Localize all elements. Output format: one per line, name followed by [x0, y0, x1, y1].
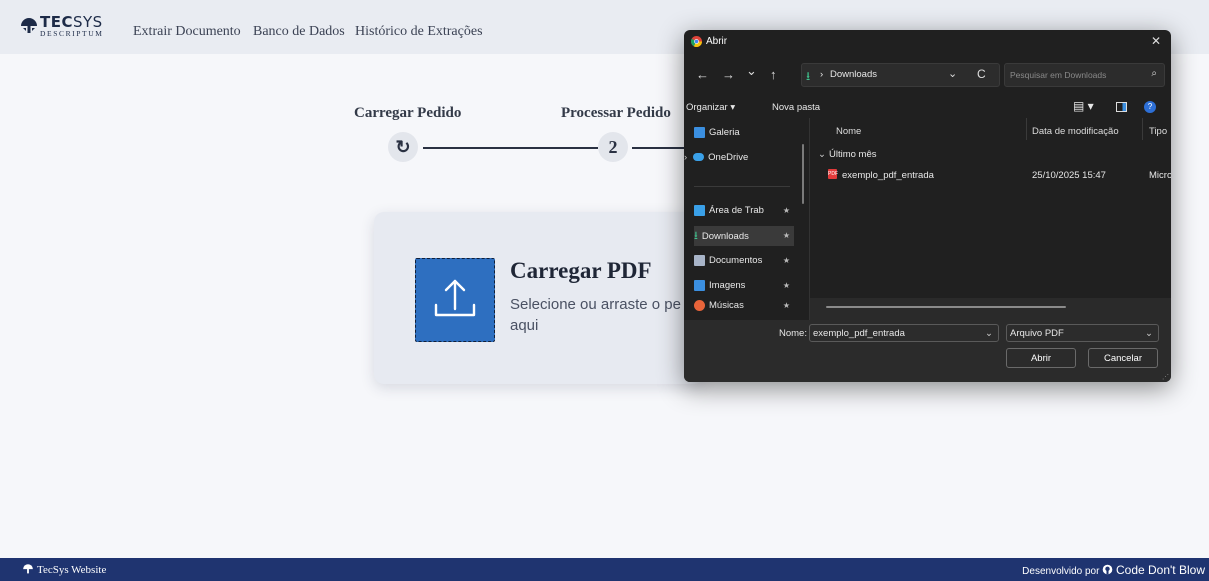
file-type: Micro — [1149, 170, 1171, 181]
sidebar-item-musicas[interactable]: Músicas ★ — [694, 300, 794, 312]
logo-icon — [23, 564, 33, 574]
organize-menu[interactable]: Organizar ▾ — [686, 102, 735, 113]
pane-divider — [809, 118, 810, 320]
step-1-label: Carregar Pedido — [354, 105, 462, 121]
file-date: 25/10/2025 15:47 — [1032, 170, 1106, 181]
upload-title: Carregar PDF — [510, 258, 652, 283]
chrome-icon — [691, 36, 702, 47]
footer-credits[interactable]: Desenvolvido por Code Don't Blow — [1022, 563, 1205, 577]
sidebar-item-documentos[interactable]: Documentos ★ — [694, 251, 794, 271]
file-name-input[interactable]: exemplo_pdf_entrada ⌄ — [809, 324, 999, 342]
logo-icon — [21, 18, 37, 33]
nav-historico-extracoes[interactable]: Histórico de Extrações — [355, 24, 483, 40]
pdf-file-icon: PDF — [828, 169, 838, 179]
group-header[interactable]: Último mês — [829, 149, 877, 160]
nav-extrair-documento[interactable]: Extrair Documento — [133, 24, 241, 40]
file-type-select[interactable]: Arquivo PDF ⌄ — [1006, 324, 1159, 342]
file-name[interactable]: exemplo_pdf_entrada — [842, 170, 934, 181]
up-arrow-icon[interactable]: ↑ — [770, 67, 777, 82]
resize-grip-icon[interactable]: ⋰ — [1162, 373, 1169, 381]
upload-description: Selecione ou arraste o pe aqui — [510, 296, 681, 334]
upload-dropzone[interactable] — [415, 258, 495, 342]
dialog-title: Abrir — [706, 36, 728, 47]
column-header-type[interactable]: Tipo — [1149, 126, 1167, 137]
pin-icon: ★ — [782, 256, 790, 265]
forward-arrow-icon[interactable]: → — [722, 67, 735, 82]
sidebar-item-galeria[interactable]: Galeria — [694, 123, 794, 143]
column-header-name[interactable]: Nome — [836, 126, 861, 137]
sidebar-item-imagens[interactable]: Imagens ★ — [694, 276, 794, 296]
step-1-marker: ↻ — [388, 132, 418, 162]
desktop-icon — [694, 204, 705, 216]
music-icon — [694, 300, 705, 311]
file-open-dialog: Abrir ✕ ← → ⌄ ↑ ⭳ › Downloads ⌄ C Pesqui… — [684, 30, 1171, 382]
search-icon: ⌕ — [1151, 68, 1157, 79]
path-separator: › — [820, 69, 824, 80]
new-folder-button[interactable]: Nova pasta — [772, 102, 820, 113]
chevron-down-icon[interactable]: ⌄ — [985, 325, 993, 343]
back-arrow-icon[interactable]: ← — [696, 67, 709, 82]
step-2-marker: 2 — [598, 132, 628, 162]
upload-icon — [434, 279, 476, 317]
chevron-down-icon[interactable]: ⌄ — [948, 67, 957, 80]
column-header-date[interactable]: Data de modificação — [1032, 126, 1119, 137]
sidebar-item-onedrive[interactable]: › OneDrive — [684, 148, 784, 168]
pin-icon: ★ — [782, 301, 790, 310]
footer: TecSys Website Desenvolvido por Code Don… — [0, 558, 1209, 581]
step-connector-2 — [632, 147, 684, 149]
chevron-down-icon[interactable]: ⌄ — [746, 63, 757, 79]
refresh-icon[interactable]: C — [977, 67, 986, 81]
horizontal-scroll-area — [810, 298, 1171, 320]
horizontal-scrollbar[interactable] — [826, 306, 1066, 308]
pin-icon: ★ — [782, 281, 790, 290]
help-icon[interactable]: ? — [1144, 101, 1156, 113]
reload-icon: ↻ — [395, 137, 411, 157]
nav-banco-de-dados[interactable]: Banco de Dados — [253, 24, 345, 40]
address-bar[interactable]: ⭳ › Downloads ⌄ C — [801, 63, 1000, 87]
sidebar-scrollbar[interactable] — [802, 144, 804, 204]
pin-icon: ★ — [782, 206, 790, 215]
search-input[interactable]: Pesquisar em Downloads ⌕ — [1004, 63, 1165, 87]
upload-card[interactable]: Carregar PDF Selecione ou arraste o pe a… — [374, 212, 704, 384]
search-placeholder: Pesquisar em Downloads — [1010, 70, 1107, 80]
download-icon: ⭳ — [694, 230, 698, 242]
preview-pane-icon[interactable] — [1116, 102, 1127, 112]
logo-subtitle: DESCRIPTUM — [40, 29, 104, 38]
sidebar-item-area-de-trabalho[interactable]: Área de Trab ★ — [694, 201, 794, 221]
footer-website-link[interactable]: TecSys Website — [22, 563, 106, 576]
open-button[interactable]: Abrir — [1006, 348, 1076, 368]
pin-icon: ★ — [782, 231, 790, 240]
footer-website-label: TecSys Website — [37, 564, 107, 576]
tecsys-logo[interactable]: TECSYS DESCRIPTUM — [20, 14, 112, 38]
step-connector — [423, 147, 598, 149]
footer-credit-brand: Code Don't Blow — [1115, 563, 1205, 577]
chevron-down-icon[interactable]: ⌄ — [818, 149, 826, 160]
cancel-button[interactable]: Cancelar — [1088, 348, 1158, 368]
chevron-right-icon: › — [684, 152, 688, 163]
download-icon: ⭳ — [806, 69, 811, 83]
sidebar-divider — [694, 186, 790, 187]
gallery-icon — [694, 126, 705, 138]
close-icon[interactable]: ✕ — [1151, 34, 1161, 48]
cloud-icon — [693, 153, 705, 162]
github-icon — [1102, 564, 1113, 575]
sidebar-item-downloads[interactable]: ⭳ Downloads ★ — [694, 226, 794, 246]
image-icon — [694, 279, 705, 291]
chevron-down-icon[interactable]: ⌄ — [1145, 325, 1153, 343]
document-icon — [694, 254, 705, 266]
footer-credit-prefix: Desenvolvido por — [1022, 566, 1100, 577]
column-separator — [1142, 118, 1143, 140]
name-label: Nome: — [779, 328, 807, 339]
navigation-pane: Galeria › OneDrive Área de Trab ★ ⭳ Downloa… — [684, 120, 796, 320]
step-2-label: Processar Pedido — [561, 105, 671, 121]
path-current[interactable]: Downloads — [830, 69, 877, 80]
column-separator — [1026, 118, 1027, 140]
view-options-icon[interactable]: ▤ ▾ — [1073, 99, 1094, 113]
